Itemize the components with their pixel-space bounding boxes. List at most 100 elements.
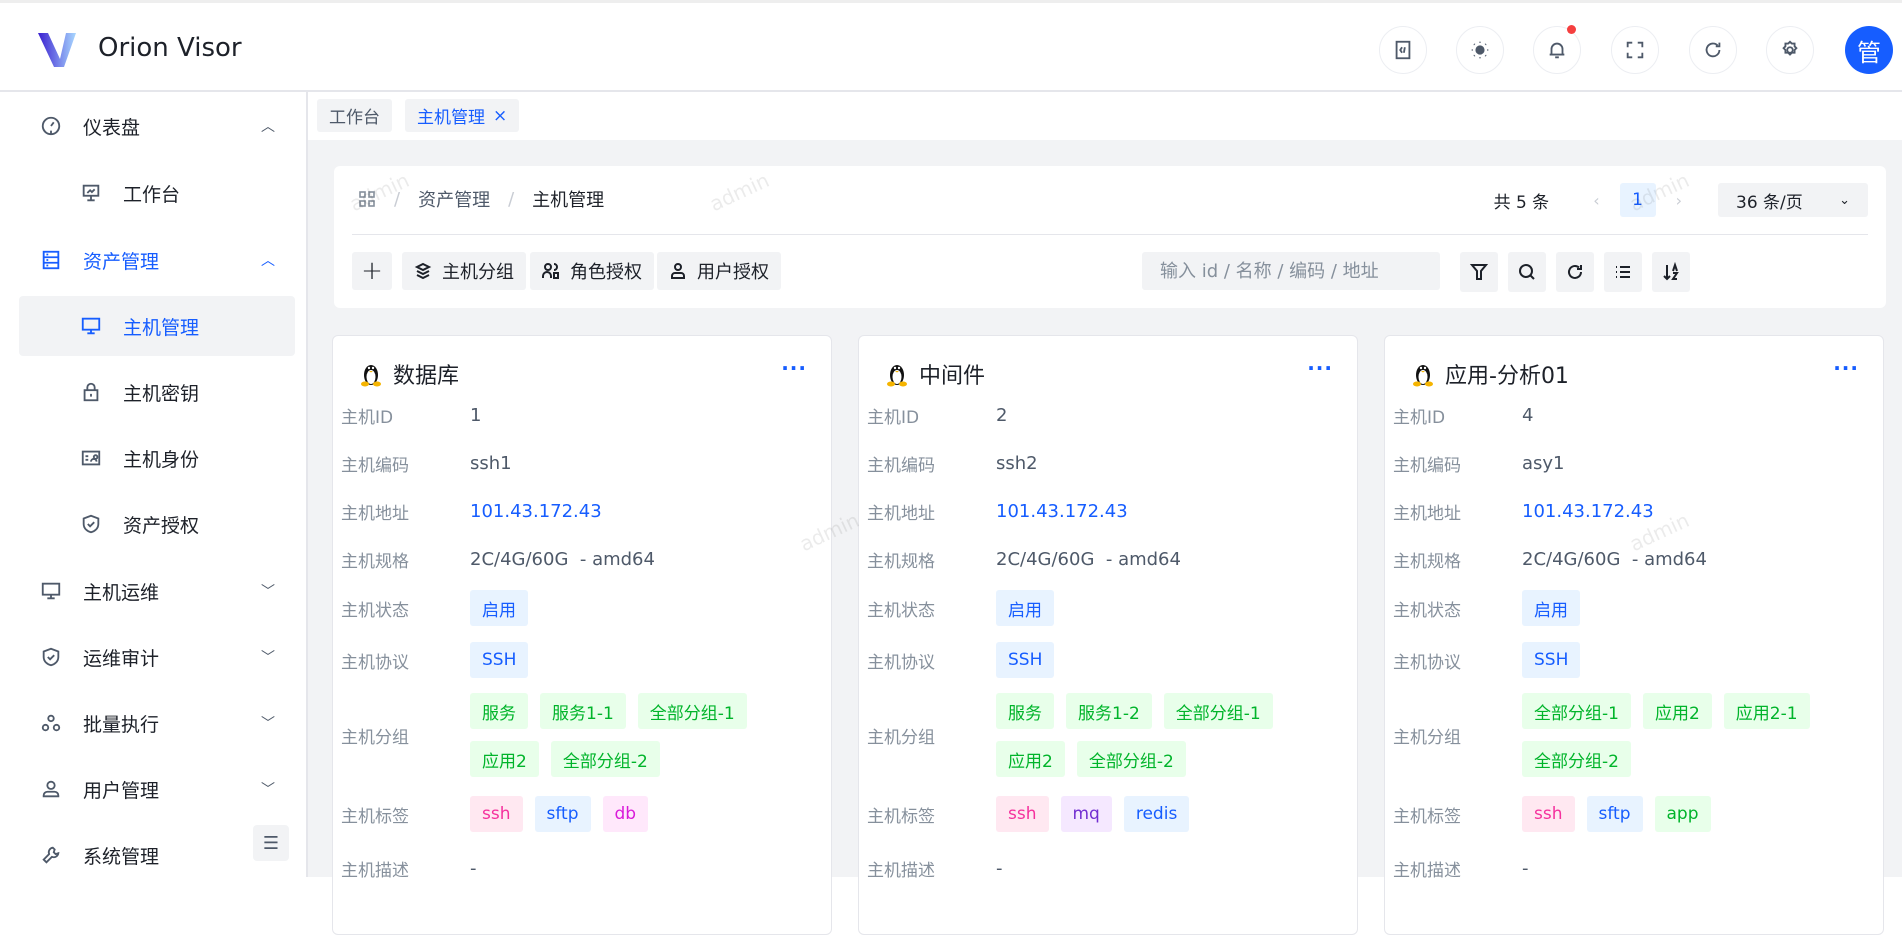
add-host-button[interactable]: + xyxy=(352,252,392,290)
field-row: 主机状态 启用 xyxy=(341,590,821,626)
prev-page-button[interactable]: ‹ xyxy=(1593,191,1599,210)
host-description: - xyxy=(996,858,1003,879)
user-avatar[interactable]: 管 xyxy=(1845,26,1893,74)
more-actions-icon[interactable]: ··· xyxy=(1833,356,1859,380)
monitor-icon xyxy=(39,579,63,603)
sidebar-item[interactable]: 系统管理 xyxy=(19,825,295,885)
breadcrumb-item[interactable]: 资产管理 xyxy=(418,186,490,212)
field-row: 主机状态 启用 xyxy=(867,590,1347,626)
host-tag: ssh xyxy=(470,796,523,832)
monitor-icon xyxy=(79,314,103,338)
field-row: 主机地址 101.43.172.43 xyxy=(1393,499,1873,524)
sidebar-item[interactable]: 资产授权 xyxy=(19,494,295,554)
user-auth-button[interactable]: 用户授权 xyxy=(657,252,781,290)
field-row: 主机标签 ssh sftp db xyxy=(341,796,821,832)
host-card[interactable]: 中间件 ··· 主机ID 2 主机编码 ssh2 主机地址 101.43.172.43 主机规格… xyxy=(858,335,1358,935)
sidebar-item[interactable]: 用户管理 ﹀ xyxy=(19,759,295,819)
host-address-link[interactable]: 101.43.172.43 xyxy=(470,501,602,522)
sidebar-item[interactable]: 仪表盘 ︿ xyxy=(19,96,295,156)
fullscreen-icon[interactable] xyxy=(1611,26,1659,74)
theme-icon[interactable] xyxy=(1456,26,1504,74)
reload-button[interactable] xyxy=(1556,252,1594,292)
field-label: 主机标签 xyxy=(341,806,409,827)
search-button[interactable] xyxy=(1508,252,1546,292)
field-label: 主机ID xyxy=(341,408,394,428)
field-row: 主机规格 2C/4G/60G - amd64 xyxy=(867,547,1347,572)
sidebar-item[interactable]: 批量执行 ﹀ xyxy=(19,693,295,753)
group-tag: 全部分组-1 xyxy=(1522,693,1631,729)
field-row: 主机描述 - xyxy=(341,856,821,881)
host-address-link[interactable]: 101.43.172.43 xyxy=(996,501,1128,522)
field-row: 主机规格 2C/4G/60G - amd64 xyxy=(1393,547,1873,572)
field-row: 主机标签 ssh mq redis xyxy=(867,796,1347,832)
sidebar-item[interactable]: 主机运维 ﹀ xyxy=(19,561,295,621)
sidebar-item-label: 主机运维 xyxy=(83,581,160,604)
button-label: 用户授权 xyxy=(697,262,769,283)
field-label: 主机分组 xyxy=(1393,727,1461,748)
next-page-button[interactable]: › xyxy=(1676,191,1682,210)
sidebar-item[interactable]: 运维审计 ﹀ xyxy=(19,627,295,687)
sidebar-item-label: 工作台 xyxy=(123,183,181,206)
host-group-button[interactable]: 主机分组 xyxy=(402,252,526,290)
breadcrumb-separator: / xyxy=(508,188,515,210)
breadcrumb-separator: / xyxy=(394,188,401,210)
linux-icon xyxy=(1413,365,1433,387)
group-tag: 全部分组-2 xyxy=(1076,741,1186,777)
page-size-value: 36 条/页 xyxy=(1736,192,1803,213)
bell-icon[interactable] xyxy=(1533,25,1581,74)
field-label: 主机协议 xyxy=(867,652,935,673)
field-label: 主机编码 xyxy=(867,456,935,476)
field-row: 主机分组 服务 服务1-2 全部分组-1 应用2 全部分组-2 xyxy=(867,693,1347,777)
sidebar-item[interactable]: 工作台 xyxy=(19,163,295,223)
host-id: 1 xyxy=(470,405,482,426)
field-row: 主机编码 asy1 xyxy=(1393,451,1873,476)
role-auth-button[interactable]: 角色授权 xyxy=(530,252,654,290)
user-icon xyxy=(671,263,685,279)
sidebar-item[interactable]: 主机密钥 xyxy=(19,362,295,422)
button-label: 主机分组 xyxy=(442,262,514,283)
protocol-badge: SSH xyxy=(1522,642,1581,678)
more-actions-icon[interactable]: ··· xyxy=(781,356,807,380)
field-label: 主机分组 xyxy=(867,727,935,748)
field-label: 主机ID xyxy=(867,408,920,428)
sort-button[interactable] xyxy=(1652,252,1690,292)
sidebar-item[interactable]: 主机身份 xyxy=(19,428,295,488)
field-label: 主机规格 xyxy=(867,552,935,572)
field-label: 主机协议 xyxy=(1393,652,1461,673)
host-name: 应用-分析01 xyxy=(1445,364,1569,389)
host-address-link[interactable]: 101.43.172.43 xyxy=(1522,501,1654,522)
linux-icon xyxy=(887,365,907,387)
page-1-button[interactable]: 1 xyxy=(1619,183,1656,217)
field-label: 主机规格 xyxy=(1393,552,1461,572)
tab-workbench[interactable]: 工作台 xyxy=(317,99,392,132)
group-tag: 应用2 xyxy=(470,741,539,777)
search-input[interactable] xyxy=(1142,252,1440,290)
field-label: 主机描述 xyxy=(1393,861,1461,881)
more-actions-icon[interactable]: ··· xyxy=(1307,356,1333,380)
notification-dot xyxy=(1567,25,1576,34)
code-icon[interactable] xyxy=(1379,26,1427,74)
page-size-select[interactable]: 36 条/页 ⌄ xyxy=(1718,183,1868,217)
sidebar-item[interactable]: 资产管理 ︿ xyxy=(19,230,295,290)
sidebar-item-label: 仪表盘 xyxy=(83,116,141,139)
protocol-badge: SSH xyxy=(996,642,1055,678)
group-tag: 应用2 xyxy=(996,741,1065,777)
refresh-icon[interactable] xyxy=(1689,26,1737,74)
tab-host-management[interactable]: 主机管理 × xyxy=(405,99,520,132)
host-card[interactable]: 应用-分析01 ··· 主机ID 4 主机编码 asy1 主机地址 101.43.172.43… xyxy=(1384,335,1884,935)
protocol-badge: SSH xyxy=(470,642,529,678)
chevron-up-icon: ︿ xyxy=(261,253,275,269)
main-content: / 资产管理 / 主机管理 共 5 条 ‹ 1 › 36 条/页 ⌄ + 主机分组… xyxy=(308,140,1902,935)
sidebar-item[interactable]: 主机管理 xyxy=(19,296,295,356)
field-label: 主机状态 xyxy=(341,600,409,621)
filter-button[interactable] xyxy=(1460,252,1498,292)
chevron-down-icon: ⌄ xyxy=(1839,192,1850,208)
group-tag: 全部分组-2 xyxy=(1522,741,1631,777)
gear-icon[interactable] xyxy=(1766,26,1814,74)
filter-icon xyxy=(1469,264,1489,280)
host-card[interactable]: 数据库 ··· 主机ID 1 主机编码 ssh1 主机地址 101.43.172.43 主机规格… xyxy=(332,335,832,935)
list-view-button[interactable] xyxy=(1604,252,1642,292)
close-icon[interactable]: × xyxy=(493,106,507,126)
field-label: 主机地址 xyxy=(341,504,409,524)
sidebar-item-label: 资产管理 xyxy=(83,250,160,273)
